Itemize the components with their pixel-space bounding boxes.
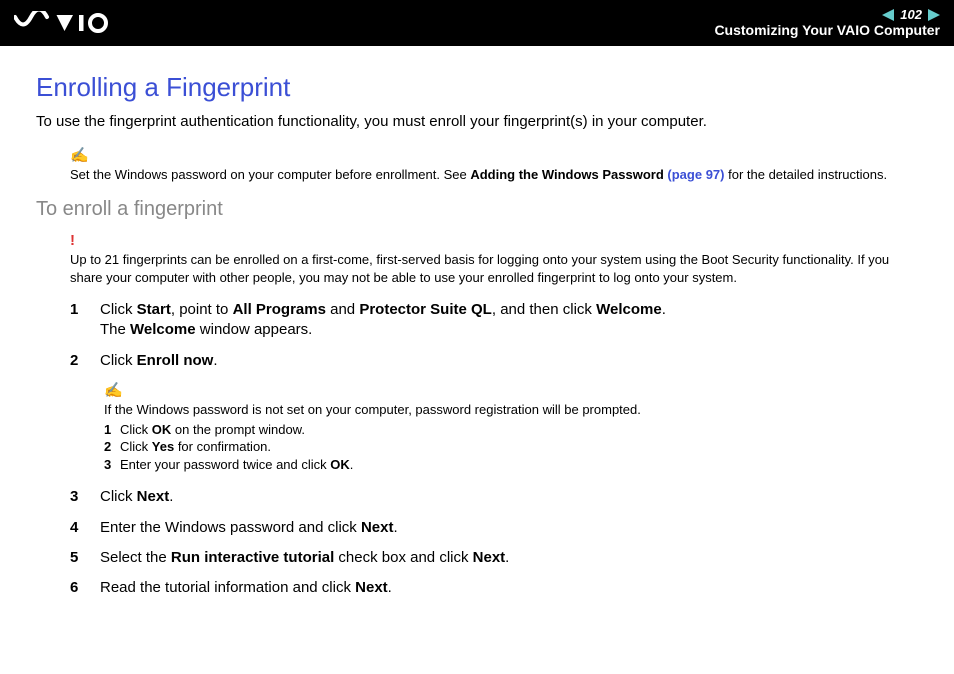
warning-block: ! Up to 21 fingerprints can be enrolled … <box>70 231 918 286</box>
step-1: 1 Click Start, point to All Programs and… <box>70 300 918 341</box>
step-body: Select the Run interactive tutorial chec… <box>100 548 509 568</box>
section-title: Customizing Your VAIO Computer <box>714 22 940 39</box>
step-3: 3 Click Next. <box>70 487 918 507</box>
step-body: Read the tutorial information and click … <box>100 578 392 598</box>
steps-list: 1 Click Start, point to All Programs and… <box>70 300 918 598</box>
vaio-logo <box>14 11 124 35</box>
substep-3: 3Enter your password twice and click OK. <box>104 456 918 474</box>
intro-text: To use the fingerprint authentication fu… <box>36 113 918 130</box>
step-4: 4 Enter the Windows password and click N… <box>70 518 918 538</box>
warning-icon: ! <box>70 231 918 251</box>
step-body: Click Start, point to All Programs and P… <box>100 300 666 341</box>
step-num: 6 <box>70 578 82 598</box>
step-2: 2 Click Enroll now. <box>70 351 918 371</box>
note-icon: ✍ <box>104 381 918 401</box>
step-body: Click Next. <box>100 487 173 507</box>
step-num: 5 <box>70 548 82 568</box>
prev-page-icon[interactable] <box>882 9 894 21</box>
page-title: Enrolling a Fingerprint <box>36 72 918 103</box>
step-num: 4 <box>70 518 82 538</box>
note-block-1: ✍ Set the Windows password on your compu… <box>70 146 918 184</box>
next-page-icon[interactable] <box>928 9 940 21</box>
content-area: Enrolling a Fingerprint To use the finge… <box>0 46 954 598</box>
page-number: 102 <box>900 7 922 23</box>
header-right: 102 Customizing Your VAIO Computer <box>714 7 940 39</box>
header-bar: 102 Customizing Your VAIO Computer <box>0 0 954 46</box>
note-block-2: ✍ If the Windows password is not set on … <box>104 381 918 473</box>
step-num: 1 <box>70 300 82 341</box>
step-5: 5 Select the Run interactive tutorial ch… <box>70 548 918 568</box>
note2-intro: If the Windows password is not set on yo… <box>104 401 918 419</box>
note-icon: ✍ <box>70 146 918 166</box>
sub-steps: 1Click OK on the prompt window. 2Click Y… <box>104 421 918 474</box>
step-num: 3 <box>70 487 82 507</box>
substep-2: 2Click Yes for confirmation. <box>104 438 918 456</box>
note1-post: for the detailed instructions. <box>724 167 887 182</box>
step-6: 6 Read the tutorial information and clic… <box>70 578 918 598</box>
note1-link-page[interactable]: (page 97) <box>667 167 724 182</box>
substep-1: 1Click OK on the prompt window. <box>104 421 918 439</box>
note1-link-text: Adding the Windows Password <box>470 167 663 182</box>
step-body: Enter the Windows password and click Nex… <box>100 518 398 538</box>
warning-text: Up to 21 fingerprints can be enrolled on… <box>70 252 889 285</box>
subtitle: To enroll a fingerprint <box>36 198 918 221</box>
note1-pre: Set the Windows password on your compute… <box>70 167 470 182</box>
page-navigation: 102 <box>714 7 940 23</box>
step-num: 2 <box>70 351 82 371</box>
step-body: Click Enroll now. <box>100 351 218 371</box>
